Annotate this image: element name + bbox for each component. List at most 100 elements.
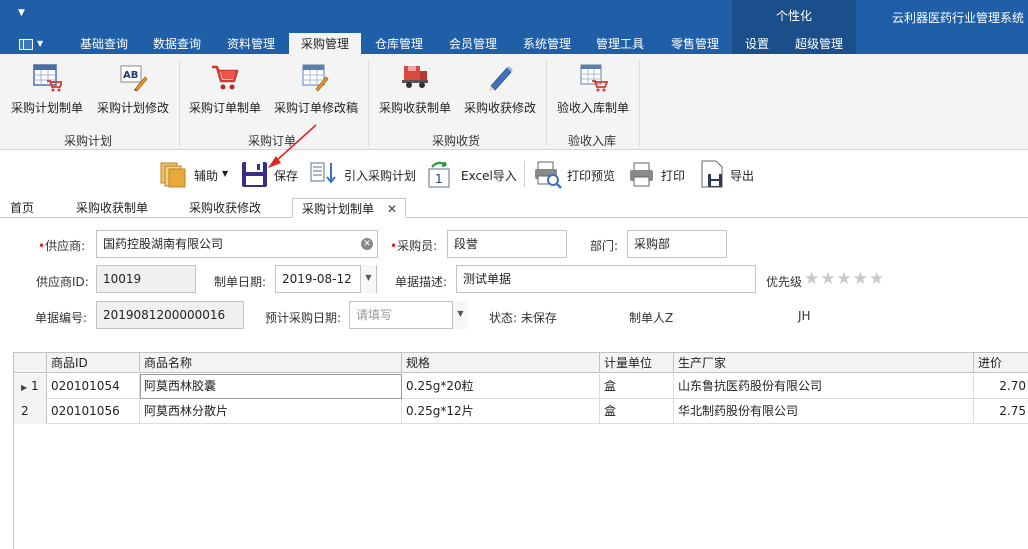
print-preview-button[interactable]: 打印预览 [533, 157, 619, 191]
column-header-product-id[interactable]: 商品ID [47, 353, 140, 373]
file-menu-button[interactable]: ▼ [17, 38, 45, 52]
clear-icon[interactable]: ✕ [361, 238, 373, 250]
floppy-save-icon [242, 162, 267, 187]
purchase-plan-edit-label: 采购计划修改 [96, 101, 169, 115]
print-preview-label: 打印预览 [567, 169, 616, 183]
group-label-purchase-plan: 采购计划 [63, 134, 112, 148]
assist-label: 辅助 [194, 169, 219, 183]
column-header-spec[interactable]: 规格 [402, 353, 600, 373]
tab-management-tools[interactable]: 管理工具 [586, 33, 654, 54]
cell-product-id[interactable]: 020101054 [47, 374, 140, 399]
cell-price[interactable]: 2.75 [974, 399, 1028, 424]
row-indicator-icon: ▶ [21, 383, 28, 392]
cell-unit[interactable]: 盒 [600, 374, 674, 399]
excel-import-button[interactable]: 1 Excel导入 [426, 157, 518, 191]
toolbar: 辅助 ▼ 保存 引入采购计划 1 Excel导入 打印预览 打印 导出 [0, 151, 1028, 196]
tab-settings[interactable]: 设置 [737, 33, 777, 54]
row-header[interactable]: ▶ 1 [14, 374, 47, 399]
purchase-order-create-button[interactable]: 采购订单制单 [186, 58, 264, 120]
tab-system-management[interactable]: 系统管理 [513, 33, 581, 54]
dept-label: 部门: [590, 239, 619, 253]
cell-manufacturer[interactable]: 山东鲁抗医药股份有限公司 [674, 374, 974, 399]
column-header-manufacturer[interactable]: 生产厂家 [674, 353, 974, 373]
tab-warehouse-management[interactable]: 仓库管理 [365, 33, 433, 54]
purchase-order-draft-edit-button[interactable]: 采购订单修改稿 [272, 58, 360, 120]
bill-no-field: 2019081200000016 [96, 301, 244, 329]
document-tabs: 首页 采购收获制单 采购收获修改 采购计划制单 ✕ [0, 196, 1028, 218]
purchase-receipt-edit-label: 采购收获修改 [463, 101, 536, 115]
expected-date-label: 预计采购日期: [265, 311, 342, 325]
table-cart-icon [580, 64, 608, 92]
buyer-input[interactable]: 段誉 [447, 230, 567, 258]
chevron-down-icon: ▼ [37, 39, 44, 48]
printer-icon [630, 162, 653, 187]
cell-product-name[interactable]: 阿莫西林分散片 [140, 399, 402, 424]
dept-input[interactable]: 采购部 [627, 230, 727, 258]
doc-tab-purchase-receipt-edit[interactable]: 采购收获修改 [189, 198, 279, 218]
supplier-id-field: 10019 [96, 265, 196, 293]
buyer-label: •采购员: [390, 239, 438, 253]
cell-product-id[interactable]: 020101056 [47, 399, 140, 424]
menu-icon [19, 39, 33, 50]
doc-tab-purchase-plan-create[interactable]: 采购计划制单 ✕ [292, 198, 406, 218]
tab-retail-management[interactable]: 零售管理 [661, 33, 729, 54]
cell-spec[interactable]: 0.25g*12片 [402, 399, 600, 424]
tab-member-management[interactable]: 会员管理 [439, 33, 507, 54]
purchase-plan-create-button[interactable]: 采购计划制单 [8, 58, 86, 120]
tab-data-management[interactable]: 资料管理 [217, 33, 285, 54]
column-header-product-name[interactable]: 商品名称 [140, 353, 402, 373]
table-row[interactable]: ▶ 1 020101054 阿莫西林胶囊 0.25g*20粒 盒 山东鲁抗医药股… [14, 374, 1028, 399]
ribbon: 采购计划制单 AB 采购计划修改 采购订单制单 采购订单修改稿 采购收获制单 采… [0, 54, 1028, 150]
cell-manufacturer[interactable]: 华北制药股份有限公司 [674, 399, 974, 424]
bill-desc-label: 单据描述: [395, 275, 448, 289]
doc-tab-purchase-receipt-create[interactable]: 采购收获制单 [76, 198, 166, 218]
close-icon[interactable]: ✕ [387, 199, 397, 219]
tab-basic-query[interactable]: 基础查询 [70, 33, 138, 54]
tab-data-query[interactable]: 数据查询 [143, 33, 211, 54]
row-header-corner [14, 353, 47, 373]
quick-access-dropdown[interactable]: ▼ [18, 8, 25, 18]
priority-star-rating[interactable]: ★★★★★ [804, 269, 885, 289]
save-button[interactable]: 保存 [240, 157, 302, 191]
table-row[interactable]: 2 020101056 阿莫西林分散片 0.25g*12片 盒 华北制药股份有限… [14, 399, 1028, 424]
expected-date-picker[interactable]: 请填写 [349, 301, 468, 329]
assist-button[interactable]: 辅助 ▼ [158, 157, 230, 191]
grid-header: 商品ID 商品名称 规格 计量单位 生产厂家 进价 [14, 353, 1028, 373]
ab-edit-icon: AB [120, 65, 148, 92]
calendar-cart-icon [33, 64, 62, 92]
ribbon-group-separator [179, 60, 180, 146]
purchase-receipt-edit-button[interactable]: 采购收获修改 [462, 58, 538, 120]
cell-price[interactable]: 2.70 [974, 374, 1028, 399]
column-header-price[interactable]: 进价 [974, 353, 1028, 373]
ribbon-group-separator [368, 60, 369, 146]
print-button[interactable]: 打印 [627, 157, 687, 191]
chevron-down-icon[interactable]: ▼ [452, 301, 468, 329]
tab-purchase-management[interactable]: 采购管理 [289, 33, 361, 54]
inspection-storage-create-button[interactable]: 验收入库制单 [554, 58, 632, 120]
bill-desc-input[interactable]: 测试单据 [456, 265, 756, 293]
cell-product-name[interactable]: 阿莫西林胶囊 [140, 374, 402, 399]
doc-tab-home[interactable]: 首页 [10, 198, 46, 218]
purchase-receipt-create-label: 采购收获制单 [378, 101, 451, 115]
export-icon [701, 160, 723, 188]
cell-spec[interactable]: 0.25g*20粒 [402, 374, 600, 399]
export-label: 导出 [730, 169, 755, 183]
export-button[interactable]: 导出 [698, 157, 758, 191]
tab-super-management[interactable]: 超级管理 [786, 33, 852, 54]
supplier-input[interactable]: 国药控股湖南有限公司 [96, 230, 378, 258]
print-preview-icon [535, 161, 562, 189]
purchase-order-draft-edit-label: 采购订单修改稿 [273, 101, 358, 115]
creator-label: 制单人Z [629, 311, 674, 325]
grid-edit-icon [302, 64, 329, 92]
inspection-storage-create-label: 验收入库制单 [556, 101, 629, 115]
purchase-plan-edit-button[interactable]: AB 采购计划修改 [94, 58, 172, 120]
row-header[interactable]: 2 [14, 399, 47, 424]
import-purchase-plan-button[interactable]: 引入采购计划 [308, 157, 420, 191]
purchase-receipt-create-button[interactable]: 采购收获制单 [376, 58, 454, 120]
svg-text:1: 1 [435, 172, 443, 186]
chevron-down-icon[interactable]: ▼ [360, 265, 376, 293]
import-purchase-plan-label: 引入采购计划 [344, 169, 417, 183]
priority-label: 优先级 [766, 275, 803, 289]
cell-unit[interactable]: 盒 [600, 399, 674, 424]
column-header-unit[interactable]: 计量单位 [600, 353, 674, 373]
